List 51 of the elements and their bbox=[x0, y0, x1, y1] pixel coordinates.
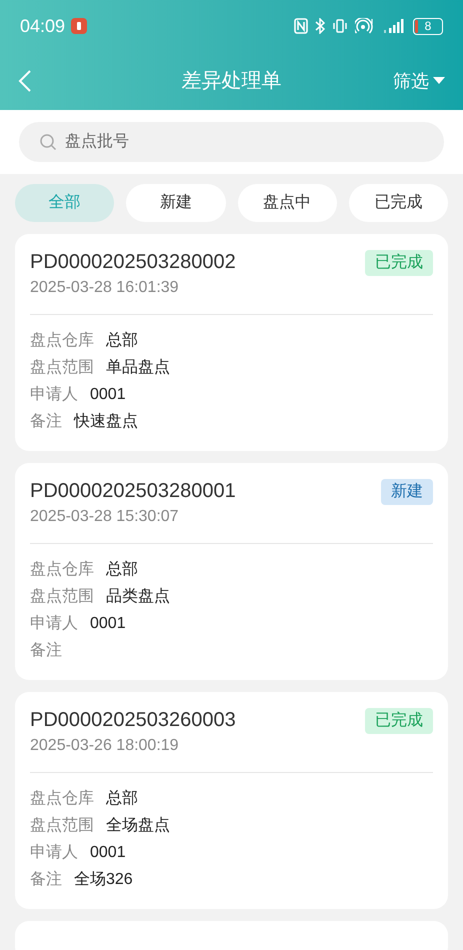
field-label: 盘点仓库 bbox=[30, 560, 94, 580]
bluetooth-icon bbox=[315, 18, 325, 34]
status-badge: 新建 bbox=[381, 479, 433, 505]
status-time: 04:09 bbox=[20, 14, 66, 38]
field-label: 盘点仓库 bbox=[30, 330, 94, 350]
field-label: 盘点范围 bbox=[30, 358, 94, 378]
order-number: PD0000202503280002 bbox=[30, 250, 236, 275]
field-value: 0001 bbox=[90, 614, 126, 634]
status-badge: 已完成 bbox=[365, 708, 433, 734]
field-label: 申请人 bbox=[30, 614, 78, 634]
order-card[interactable]: PD0000202503280002 2025-03-28 16:01:39 已完成 盘点仓库 总部 盘点范围 单品盘点 申请人 0001 备注 快速盘点 bbox=[15, 234, 448, 451]
vibrate-icon bbox=[332, 18, 348, 34]
caret-icon bbox=[433, 77, 445, 85]
field-value: 0001 bbox=[90, 384, 126, 404]
order-number: PD0000202503280001 bbox=[30, 479, 236, 504]
filter-tab[interactable]: 盘点中 bbox=[238, 184, 337, 222]
field-label: 备注 bbox=[30, 412, 62, 432]
status-badge: 已完成 bbox=[365, 250, 433, 276]
order-card[interactable]: PD0000202503280001 2025-03-28 15:30:07 新建 盘点仓库 总部 盘点范围 品类盘点 申请人 0001 备注 bbox=[15, 463, 448, 680]
field-label: 盘点范围 bbox=[30, 816, 94, 836]
field-value: 0001 bbox=[90, 842, 126, 862]
field-value: 总部 bbox=[106, 560, 138, 580]
field-label: 备注 bbox=[30, 640, 62, 660]
order-card[interactable]: PD0000202503260003 2025-03-26 18:00:19 已完成 盘点仓库 总部 盘点范围 全场盘点 申请人 0001 备注 全场326 bbox=[15, 692, 448, 909]
hotspot-icon bbox=[355, 18, 375, 34]
order-time: 2025-03-28 16:01:39 bbox=[30, 278, 180, 298]
field-label: 盘点范围 bbox=[30, 586, 94, 606]
field-value: 品类盘点 bbox=[106, 586, 170, 606]
field-label: 申请人 bbox=[30, 842, 78, 862]
field-value: 全场326 bbox=[74, 870, 133, 890]
filter-tab[interactable]: 已完成 bbox=[348, 184, 448, 222]
field-label: 申请人 bbox=[30, 384, 78, 404]
field-value: 单品盘点 bbox=[106, 358, 170, 378]
back-icon[interactable] bbox=[18, 69, 32, 93]
nfc-icon bbox=[294, 18, 308, 34]
field-label: 盘点仓库 bbox=[30, 788, 94, 808]
field-value: 总部 bbox=[106, 788, 138, 808]
field-value: 全场盘点 bbox=[106, 816, 170, 836]
search-field[interactable]: 盘点批号 bbox=[19, 122, 444, 162]
signal-icon bbox=[382, 18, 406, 34]
field-value: 快速盘点 bbox=[74, 412, 138, 432]
battery-indicator: 8 bbox=[413, 18, 443, 34]
field-label: 备注 bbox=[30, 870, 62, 890]
page-title: 差异处理单 bbox=[182, 69, 282, 94]
battery-alert-icon bbox=[71, 18, 88, 34]
order-number: PD0000202503260003 bbox=[30, 708, 236, 733]
search-icon bbox=[39, 133, 57, 151]
order-time: 2025-03-28 15:30:07 bbox=[30, 507, 180, 527]
order-time: 2025-03-26 18:00:19 bbox=[30, 736, 180, 756]
field-value: 总部 bbox=[106, 330, 138, 350]
filter-tab[interactable]: 新建 bbox=[126, 184, 226, 222]
